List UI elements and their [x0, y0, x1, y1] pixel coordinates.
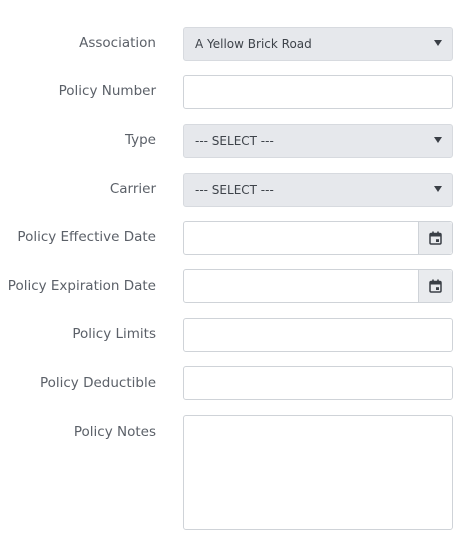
notes-label: Policy Notes	[73, 424, 156, 440]
limits-input[interactable]	[183, 318, 453, 352]
type-selected-value: --- SELECT ---	[195, 134, 274, 148]
type-select[interactable]: --- SELECT ---	[183, 124, 453, 158]
expiration-date-input[interactable]	[183, 269, 453, 303]
notes-textarea[interactable]	[183, 415, 453, 530]
deductible-label: Policy Deductible	[39, 375, 156, 391]
policy-number-input[interactable]	[183, 75, 453, 109]
expiration-date-label: Policy Expiration Date	[7, 278, 156, 294]
chevron-down-icon	[434, 137, 442, 143]
association-selected-value: A Yellow Brick Road	[195, 37, 312, 51]
expiration-date-picker-button[interactable]	[418, 270, 452, 302]
deductible-input[interactable]	[183, 366, 453, 400]
association-label: Association	[79, 35, 156, 51]
effective-date-picker-button[interactable]	[418, 222, 452, 254]
carrier-selected-value: --- SELECT ---	[195, 183, 274, 197]
type-label: Type	[124, 132, 156, 148]
effective-date-label: Policy Effective Date	[17, 229, 156, 245]
limits-label: Policy Limits	[72, 326, 156, 342]
effective-date-input[interactable]	[183, 221, 453, 255]
calendar-icon	[429, 279, 442, 293]
calendar-icon	[429, 231, 442, 245]
carrier-label: Carrier	[109, 181, 156, 197]
association-select[interactable]: A Yellow Brick Road	[183, 27, 453, 61]
policy-number-label: Policy Number	[58, 83, 156, 99]
chevron-down-icon	[434, 40, 442, 46]
chevron-down-icon	[434, 186, 442, 192]
carrier-select[interactable]: --- SELECT ---	[183, 173, 453, 207]
